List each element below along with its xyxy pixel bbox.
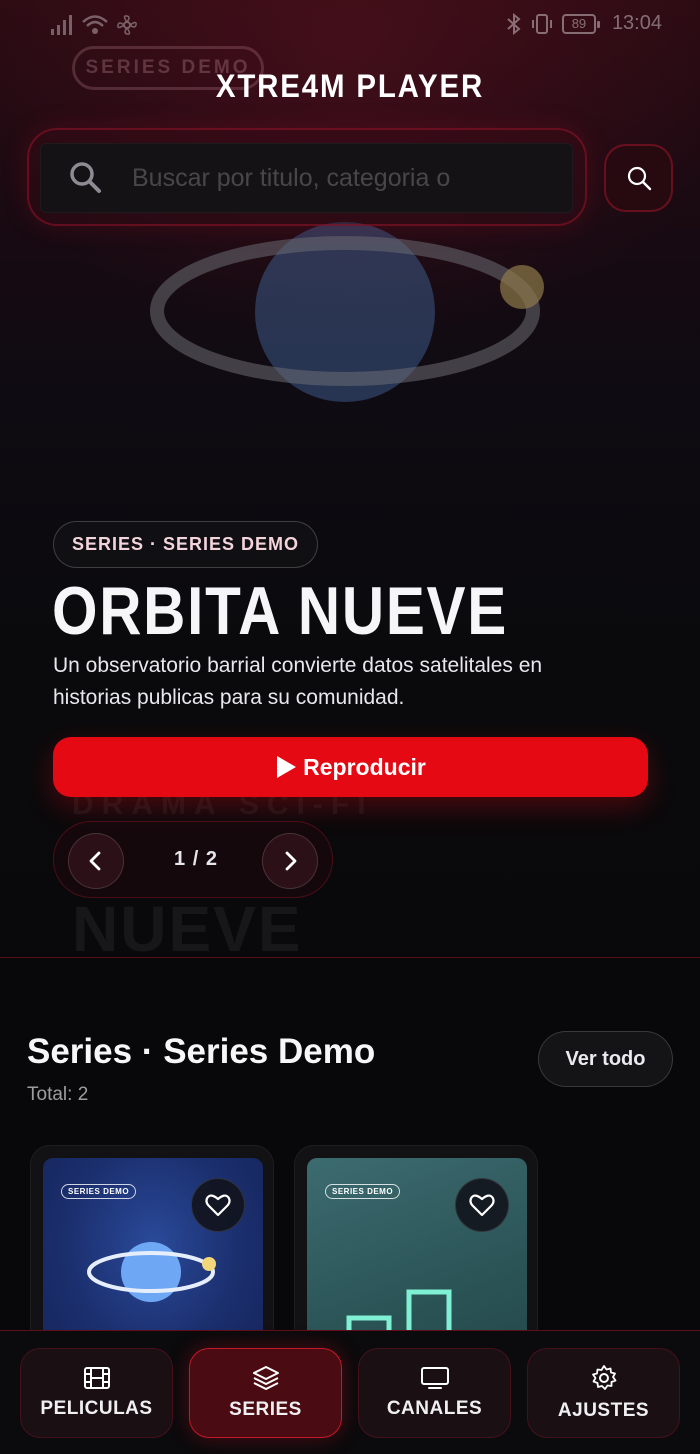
favorite-button[interactable] [191,1178,245,1232]
bluetooth-icon [507,12,521,35]
status-right: 89 13:04 [506,12,662,35]
nav-label: SERIES [229,1399,302,1420]
nav-item-canales[interactable]: CANALES [358,1348,511,1438]
status-bar: 89 13:04 [0,0,700,54]
search-input[interactable] [132,158,478,198]
nav-item-ajustes[interactable]: AJUSTES [527,1348,680,1438]
hero-pager: 1 / 2 [53,821,333,898]
search-icon [627,166,651,191]
see-all-button[interactable]: Ver todo [538,1031,673,1087]
film-icon [83,1367,110,1389]
nav-label: CANALES [386,1398,483,1419]
category-badge: SERIES · SERIES DEMO [53,521,319,568]
battery-indicator: 89 [561,13,600,34]
section-divider [0,957,700,958]
section-title: Series · Series Demo [27,1032,376,1071]
heart-icon [205,1194,231,1217]
chevron-right-icon [285,851,297,871]
nav-label: AJUSTES [557,1400,650,1421]
play-button[interactable]: Reproducir [53,737,648,797]
next-button[interactable] [262,833,318,889]
layers-icon [252,1366,279,1390]
section-total: Total: 2 [27,1084,89,1105]
wifi-icon [82,15,108,34]
favorite-button[interactable] [455,1178,509,1232]
status-left [50,14,138,36]
vibrate-icon [531,13,552,34]
gear-icon [591,1365,616,1390]
nav-item-peliculas[interactable]: PELICULAS [20,1348,173,1438]
play-label: Reproducir [303,753,426,780]
chevron-left-icon [89,851,101,871]
previous-button[interactable] [68,833,124,889]
nav-label: PELICULAS [40,1398,153,1419]
page-indicator: 1 / 2 [174,848,218,870]
signal-icon [51,15,72,35]
heart-icon [469,1194,495,1217]
app-title: XTRE4M PLAYER [215,68,485,104]
tv-icon [420,1367,449,1389]
search-button[interactable] [604,144,673,212]
play-icon [277,756,297,778]
fan-icon [117,15,137,35]
search-icon [70,162,101,193]
hero-title: ORBITA NUEVE [52,573,509,649]
nav-item-series[interactable]: SERIES [189,1348,342,1438]
bottom-navigation: PELICULAS SERIES CANALES AJUSTES [0,1330,700,1454]
clock: 13:04 [611,12,662,34]
background-title: NUEVE [72,893,303,958]
hero-description: Un observatorio barrial convierte datos … [53,654,543,709]
